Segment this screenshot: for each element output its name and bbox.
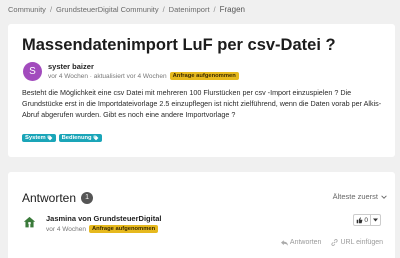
answer-actions: Antworten URL einfügen (280, 239, 383, 246)
sort-dropdown[interactable]: Älteste zuerst (333, 192, 387, 201)
answers-title: Antworten (22, 191, 77, 205)
reply-icon (280, 239, 288, 246)
reply-link[interactable]: Antworten (280, 239, 322, 246)
thumbs-up-icon (357, 216, 363, 223)
tag-icon (93, 135, 98, 141)
reply-label: Antworten (289, 239, 322, 246)
tag-list: System Bedienung (22, 134, 102, 142)
breadcrumb-link-datenimport[interactable]: Datenimport (169, 5, 210, 14)
tag-icon (47, 135, 53, 141)
vote-widget: 0 (353, 214, 381, 226)
topic-meta: vor 4 Wochen · aktualisiert vor 4 Wochen… (48, 72, 239, 80)
tag-bedienung[interactable]: Bedienung (58, 134, 102, 142)
tag-label: System (25, 135, 46, 141)
house-icon (23, 216, 36, 228)
status-badge: Anfrage aufgenommen (88, 225, 159, 233)
breadcrumb-link-community[interactable]: Community (8, 5, 46, 14)
caret-down-icon (373, 218, 378, 222)
link-icon (331, 239, 339, 246)
answer-author[interactable]: Jasmina von GrundsteuerDigital (46, 214, 161, 223)
status-badge: Anfrage aufgenommen (169, 72, 239, 80)
answers-count-badge: 1 (81, 192, 94, 204)
topic-card: Massendatenimport LuF per csv-Datei ? S … (8, 24, 395, 157)
copy-url-label: URL einfügen (340, 239, 383, 246)
breadcrumb: Community / GrundsteuerDigital Community… (8, 5, 245, 14)
more-options-button[interactable] (370, 215, 380, 225)
breadcrumb-separator: / (162, 5, 165, 14)
answers-heading: Antworten 1 (22, 191, 94, 205)
thumbs-up-button[interactable]: 0 (354, 215, 370, 225)
sort-label: Älteste zuerst (332, 192, 378, 201)
copy-url-link[interactable]: URL einfügen (331, 239, 383, 246)
breadcrumb-link-grundsteuerdigital-community[interactable]: GrundsteuerDigital Community (56, 5, 159, 14)
topic-timestamp: vor 4 Wochen · aktualisiert vor 4 Wochen (48, 72, 167, 80)
page-title: Massendatenimport LuF per csv-Datei ? (22, 36, 336, 54)
topic-body: Besteht die Möglichkeit eine csv Datei m… (22, 88, 382, 119)
tag-system[interactable]: System (22, 134, 56, 142)
breadcrumb-current: Fragen (219, 5, 245, 14)
breadcrumb-separator: / (49, 5, 53, 14)
answer-meta: vor 4 Wochen Anfrage aufgenommen (46, 225, 159, 233)
avatar[interactable]: S (23, 62, 42, 81)
answer-timestamp: vor 4 Wochen (46, 225, 86, 233)
topic-author[interactable]: syster baizer (48, 62, 94, 71)
tag-label: Bedienung (61, 135, 92, 141)
breadcrumb-separator: / (213, 5, 216, 14)
chevron-down-icon (381, 194, 387, 199)
vote-count: 0 (364, 216, 368, 224)
answers-card: Antworten 1 Älteste zuerst Jasmina von G… (8, 172, 395, 258)
